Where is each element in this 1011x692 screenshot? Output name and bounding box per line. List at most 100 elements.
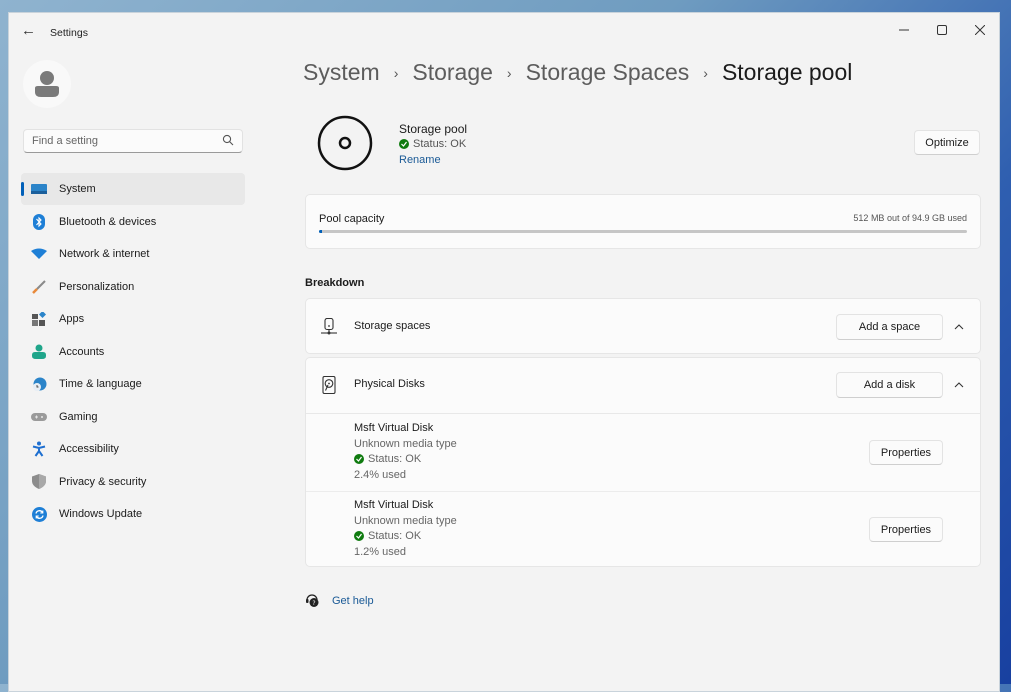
sidebar-item-label: Accounts: [59, 345, 105, 358]
disk-usage: 2.4% used: [354, 469, 406, 481]
physical-disks-header[interactable]: Physical Disks Add a disk: [306, 358, 980, 414]
add-space-button[interactable]: Add a space: [836, 314, 943, 340]
disk-name: Msft Virtual Disk: [354, 422, 434, 434]
svg-text:?: ?: [312, 600, 315, 607]
disk-status-text: Status: OK: [368, 530, 422, 542]
back-arrow-icon[interactable]: ←: [21, 23, 37, 39]
sidebar-item-label: Accessibility: [59, 443, 119, 455]
search-input[interactable]: [24, 130, 212, 152]
pool-capacity-value: 512 MB out of 94.9 GB used: [853, 213, 967, 223]
sidebar-item-label: Apps: [59, 313, 85, 325]
help-chat-icon: ?: [306, 594, 319, 607]
chevron-right-icon: ›: [703, 64, 708, 81]
breakdown-heading: Breakdown: [305, 277, 365, 289]
sidebar-item-label: Bluetooth & devices: [59, 215, 157, 228]
sidebar-item-label: Privacy & security: [59, 475, 147, 488]
disk-media-type: Unknown media type: [354, 515, 457, 527]
hard-disk-icon: [322, 376, 336, 394]
capacity-progress-fill: [319, 230, 323, 233]
breadcrumb-storage[interactable]: Storage: [412, 59, 493, 86]
sidebar-item-windows-update[interactable]: Windows Update: [21, 498, 245, 530]
pool-status: Status: OK: [399, 138, 466, 150]
bluetooth-icon: [31, 213, 47, 230]
sidebar-nav: System Bluetooth & devices Network & int…: [21, 173, 245, 531]
disk-usage: 1.2% used: [354, 546, 406, 558]
app-title: Settings: [50, 27, 88, 39]
storage-spaces-row[interactable]: Storage spaces Add a space: [305, 298, 981, 354]
sidebar-item-label: Gaming: [59, 410, 98, 423]
minimize-icon: [899, 29, 909, 31]
storage-space-icon: [321, 318, 337, 335]
maximize-icon: [937, 25, 947, 35]
sidebar-item-label: Personalization: [59, 280, 135, 293]
settings-window: ← Settings System Bluet: [8, 12, 1000, 692]
title-bar: ← Settings: [9, 13, 999, 53]
close-button[interactable]: [965, 17, 995, 43]
pool-status-text: Status: OK: [413, 138, 467, 150]
properties-button[interactable]: Properties: [869, 440, 943, 465]
apps-icon: [31, 311, 47, 327]
controller-icon: [31, 409, 47, 425]
avatar[interactable]: [23, 60, 71, 108]
sidebar-item-system[interactable]: System: [21, 173, 245, 205]
capacity-progress-bar: [319, 230, 967, 233]
disk-list-item: Msft Virtual Disk Unknown media type Sta…: [306, 414, 980, 492]
active-indicator: [21, 182, 24, 196]
user-icon: [35, 71, 59, 97]
sidebar-item-time-language[interactable]: Time & language: [21, 368, 245, 400]
add-disk-button[interactable]: Add a disk: [836, 372, 943, 398]
status-ok-icon: [399, 139, 409, 149]
brush-icon: [31, 279, 47, 295]
sidebar-item-privacy[interactable]: Privacy & security: [21, 466, 245, 498]
wifi-icon: [31, 246, 47, 262]
sidebar-item-label: Windows Update: [59, 508, 143, 520]
update-icon: [31, 506, 47, 522]
storage-spaces-label: Storage spaces: [354, 320, 431, 332]
properties-button[interactable]: Properties: [869, 517, 943, 542]
chevron-right-icon: ›: [506, 64, 512, 81]
pool-capacity-label: Pool capacity: [319, 213, 385, 225]
system-icon: [31, 181, 47, 197]
sidebar-item-network[interactable]: Network & internet: [21, 238, 245, 270]
disk-status: Status: OK: [354, 530, 421, 542]
sidebar-item-accounts[interactable]: Accounts: [21, 336, 245, 368]
disk-name: Msft Virtual Disk: [354, 499, 434, 511]
minimize-button[interactable]: [889, 17, 919, 43]
breadcrumb: System › Storage › Storage Spaces › Stor…: [303, 59, 852, 86]
shield-icon: [31, 474, 47, 490]
chevron-up-icon[interactable]: [952, 378, 966, 392]
disk-list-item: Msft Virtual Disk Unknown media type Sta…: [306, 491, 980, 568]
sidebar-item-label: Network & internet: [59, 248, 150, 260]
get-help-link[interactable]: ? Get help: [305, 593, 374, 608]
storage-pool-icon: [317, 115, 373, 171]
sidebar-item-personalization[interactable]: Personalization: [21, 271, 245, 303]
disk-media-type: Unknown media type: [354, 438, 457, 450]
close-icon: [975, 25, 985, 35]
physical-disks-label: Physical Disks: [354, 378, 425, 390]
sidebar-item-apps[interactable]: Apps: [21, 303, 245, 335]
status-ok-icon: [354, 531, 364, 541]
breadcrumb-system[interactable]: System: [303, 59, 380, 86]
sidebar-item-accessibility[interactable]: Accessibility: [21, 433, 245, 465]
page-title: Storage pool: [721, 59, 853, 85]
search-icon[interactable]: [222, 134, 234, 146]
sidebar-item-bluetooth[interactable]: Bluetooth & devices: [21, 206, 245, 238]
optimize-button[interactable]: Optimize: [914, 130, 980, 155]
disk-status: Status: OK: [354, 453, 421, 465]
sidebar-item-gaming[interactable]: Gaming: [21, 401, 245, 433]
get-help-label: Get help: [332, 594, 374, 607]
sidebar-item-label: Time & language: [59, 378, 142, 390]
rename-link[interactable]: Rename: [399, 154, 441, 166]
pool-name: Storage pool: [399, 122, 468, 136]
accessibility-icon: [31, 441, 47, 457]
clock-globe-icon: [31, 376, 47, 392]
pool-capacity-card: Pool capacity 512 MB out of 94.9 GB used: [305, 194, 981, 249]
physical-disks-section: Physical Disks Add a disk Msft Virtual D…: [305, 357, 981, 567]
maximize-button[interactable]: [927, 17, 957, 43]
sidebar-item-label: System: [59, 183, 96, 195]
search-box[interactable]: [23, 129, 243, 153]
disk-status-text: Status: OK: [368, 453, 422, 465]
chevron-right-icon: ›: [393, 64, 399, 81]
breadcrumb-storage-spaces[interactable]: Storage Spaces: [526, 59, 690, 86]
chevron-up-icon[interactable]: [952, 320, 966, 334]
